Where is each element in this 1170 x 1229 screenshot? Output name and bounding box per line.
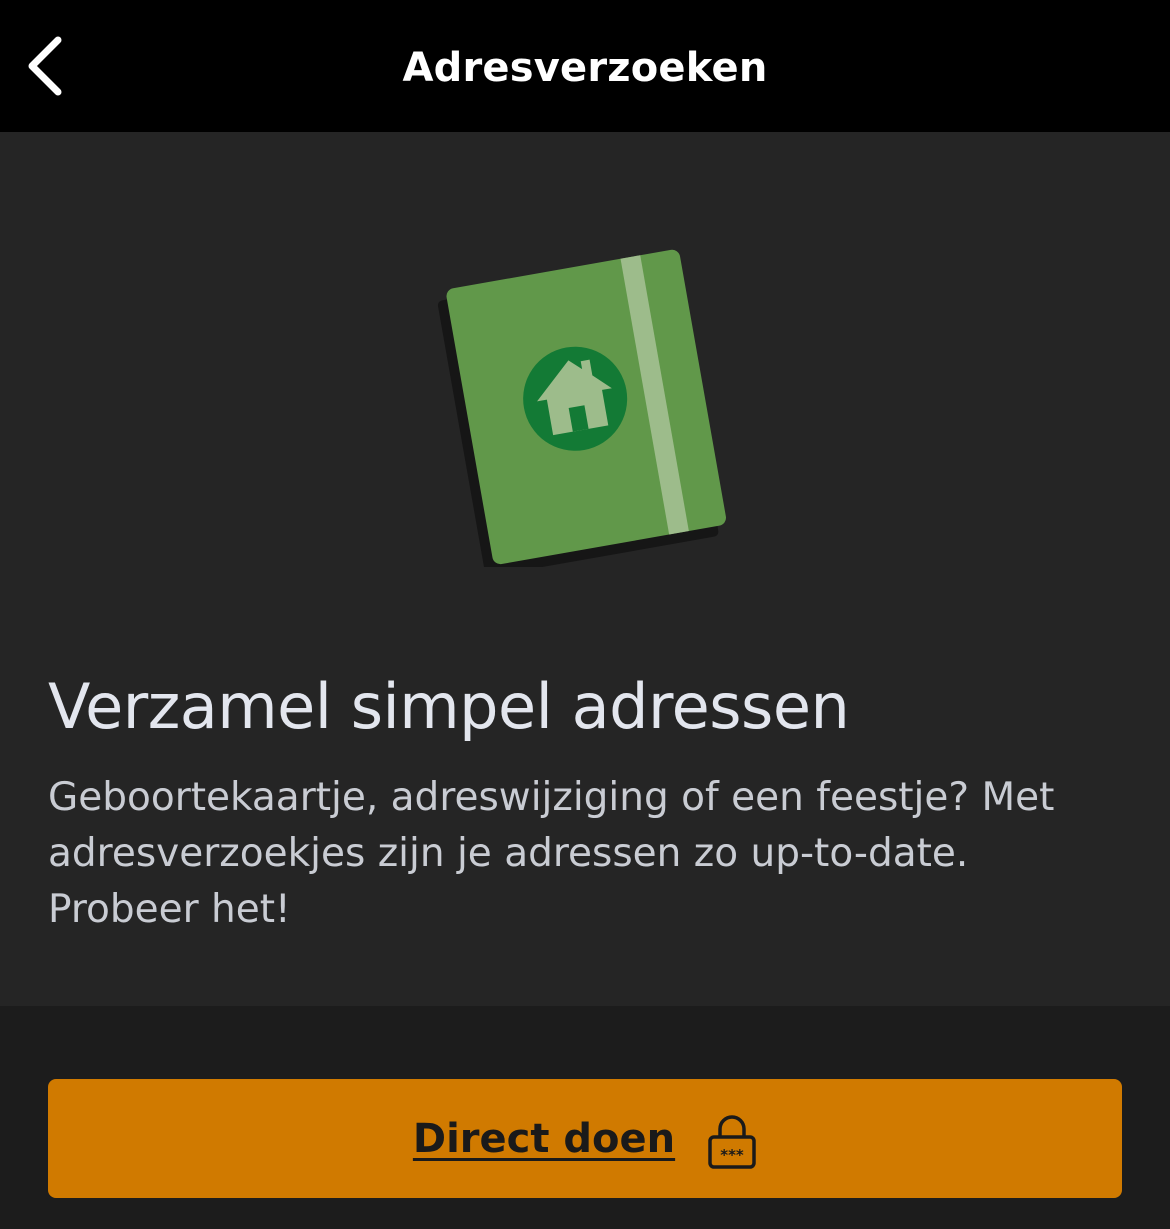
- top-bar: Adresverzoeken: [0, 0, 1170, 132]
- intro-panel: Verzamel simpel adressen Geboortekaartje…: [0, 132, 1170, 1006]
- action-bar: Direct doen ***: [0, 1006, 1170, 1229]
- intro-description: Geboortekaartje, adreswijziging of een f…: [48, 775, 1055, 932]
- direct-doen-button[interactable]: Direct doen ***: [48, 1079, 1122, 1198]
- page-header-title: Adresverzoeken: [402, 45, 768, 91]
- address-book-house-icon: [437, 249, 726, 567]
- lock-password-icon: ***: [708, 1114, 756, 1169]
- screen: Adresverzoeken Verzamel simpel adressen …: [0, 0, 1170, 1229]
- svg-text:***: ***: [720, 1146, 744, 1164]
- page-title: Verzamel simpel adressen: [48, 670, 850, 743]
- cta-label: Direct doen: [412, 1115, 676, 1162]
